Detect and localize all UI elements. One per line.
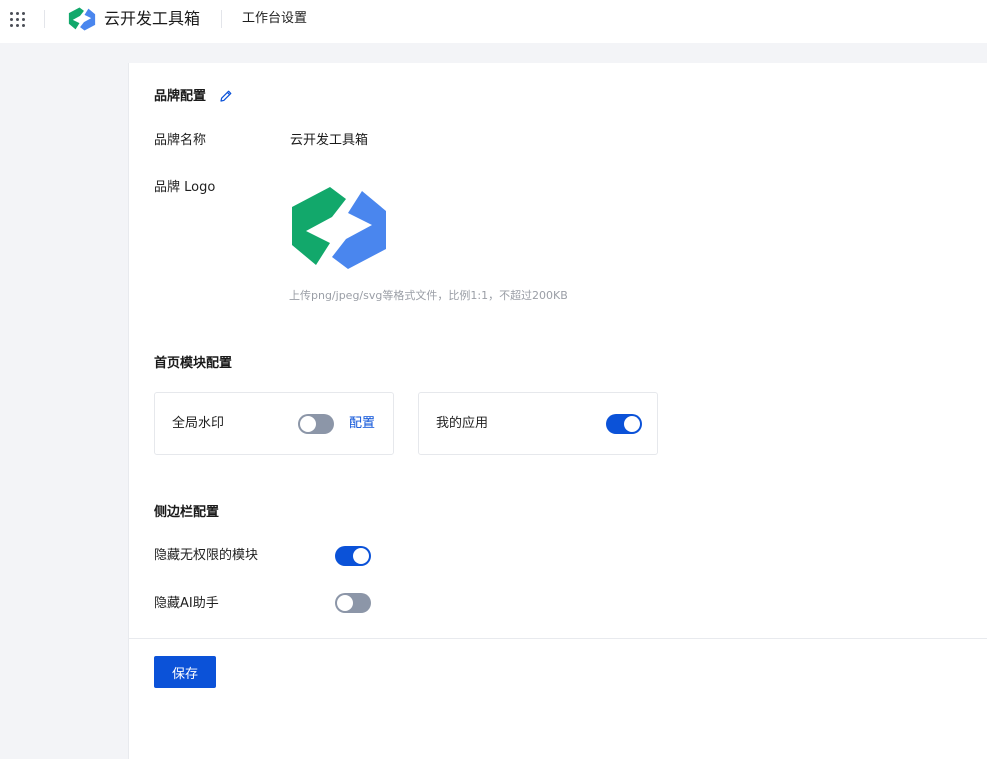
brand-name-label: 品牌名称 [154,133,207,148]
brand-name-value: 云开发工具箱 [290,133,369,148]
module-card-my-apps: 我的应用 [418,392,658,455]
watermark-toggle[interactable] [298,414,334,434]
header-divider [44,10,45,28]
brand-logo-icon[interactable] [68,7,96,31]
save-button[interactable]: 保存 [154,656,216,688]
module-label: 我的应用 [436,416,489,431]
hide-ai-assistant-toggle[interactable] [335,593,371,613]
logo-upload-hint: 上传png/jpeg/svg等格式文件，比例1:1，不超过200KB [289,289,568,302]
top-bar: 云开发工具箱 工作台设置 [0,0,987,43]
footer-divider [129,638,987,639]
watermark-config-link[interactable]: 配置 [349,415,375,433]
module-card-watermark: 全局水印 配置 [154,392,394,455]
module-label: 全局水印 [172,416,225,431]
header-divider [221,10,222,28]
my-apps-toggle[interactable] [606,414,642,434]
brand-name: 云开发工具箱 [104,9,201,28]
page-title: 工作台设置 [242,11,308,26]
hide-no-permission-toggle[interactable] [335,546,371,566]
hide-no-permission-label: 隐藏无权限的模块 [154,548,259,563]
settings-panel: 品牌配置 品牌名称 云开发工具箱 品牌 Logo 上传png/jpeg/svg等… [128,63,987,759]
brand-logo-label: 品牌 Logo [154,180,216,195]
apps-grid-icon[interactable] [8,10,28,30]
brand-section-title: 品牌配置 [154,89,207,104]
home-section-title: 首页模块配置 [154,356,233,371]
brand-logo-upload[interactable] [290,185,388,271]
pencil-icon[interactable] [219,89,233,103]
hide-ai-assistant-label: 隐藏AI助手 [154,596,219,611]
sidebar-section-title: 侧边栏配置 [154,505,220,520]
